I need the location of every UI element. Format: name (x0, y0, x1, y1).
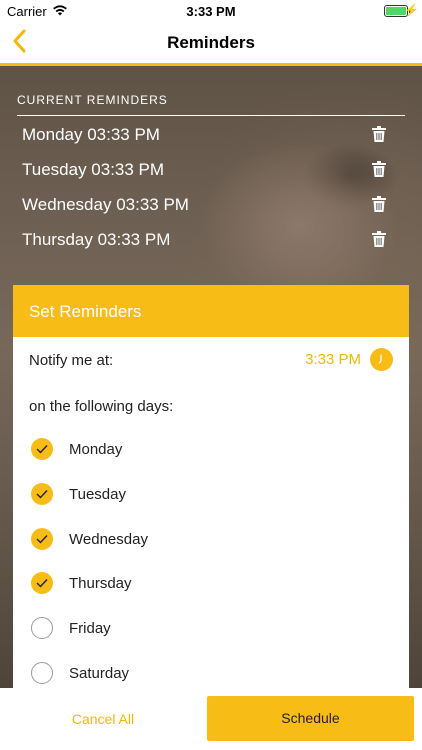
bottom-action-bar: Cancel All Schedule (0, 688, 422, 750)
schedule-button[interactable]: Schedule (207, 696, 414, 741)
notify-label: Notify me at: (29, 352, 114, 369)
reminder-row: Thursday 03:33 PM (22, 224, 398, 254)
day-checkbox-friday[interactable]: Friday (29, 614, 369, 644)
day-label: Saturday (69, 665, 130, 682)
day-label: Wednesday (69, 531, 148, 548)
trash-icon[interactable] (372, 231, 386, 247)
day-label: Thursday (69, 575, 132, 592)
trash-icon[interactable] (372, 196, 386, 212)
reminder-label: Tuesday 03:33 PM (22, 160, 165, 179)
days-label: on the following days: (29, 398, 174, 415)
unchecked-circle-icon (31, 617, 53, 639)
day-label: Tuesday (69, 486, 126, 503)
charging-bolt-icon: ⚡ (404, 3, 419, 17)
checked-circle-icon (31, 528, 53, 550)
set-reminders-header: Set Reminders (13, 285, 409, 337)
day-checkbox-monday[interactable]: Monday (29, 435, 369, 465)
status-bar: Carrier 3:33 PM ⚡ (0, 0, 422, 22)
reminder-label: Monday 03:33 PM (22, 125, 160, 144)
time-picker-button[interactable] (370, 348, 393, 371)
trash-icon[interactable] (372, 126, 386, 142)
day-checkbox-wednesday[interactable]: Wednesday (29, 525, 369, 555)
trash-icon[interactable] (372, 161, 386, 177)
checked-circle-icon (31, 438, 53, 460)
current-reminders-header: CURRENT REMINDERS (17, 93, 168, 107)
reminder-label: Thursday 03:33 PM (22, 230, 171, 249)
checked-circle-icon (31, 483, 53, 505)
day-checkbox-tuesday[interactable]: Tuesday (29, 480, 369, 510)
clock-icon (378, 354, 382, 364)
reminder-row: Wednesday 03:33 PM (22, 189, 398, 219)
checked-circle-icon (31, 572, 53, 594)
cancel-all-button[interactable]: Cancel All (30, 700, 176, 738)
day-label: Monday (69, 441, 123, 458)
notify-time-value[interactable]: 3:33 PM (305, 351, 361, 368)
day-checkbox-saturday[interactable]: Saturday (29, 659, 369, 689)
unchecked-circle-icon (31, 662, 53, 684)
page-title: Reminders (167, 33, 255, 52)
navigation-bar: Reminders (0, 22, 422, 63)
reminder-row: Monday 03:33 PM (22, 119, 398, 149)
day-label: Friday (69, 620, 111, 637)
day-checkbox-thursday[interactable]: Thursday (29, 569, 369, 599)
status-time: 3:33 PM (186, 4, 236, 19)
set-reminders-card: Set Reminders Notify me at: 3:33 PM on t… (13, 285, 409, 695)
set-reminders-title: Set Reminders (29, 302, 142, 321)
reminder-row: Tuesday 03:33 PM (22, 154, 398, 184)
current-reminders-divider (17, 115, 405, 116)
reminder-label: Wednesday 03:33 PM (22, 195, 189, 214)
